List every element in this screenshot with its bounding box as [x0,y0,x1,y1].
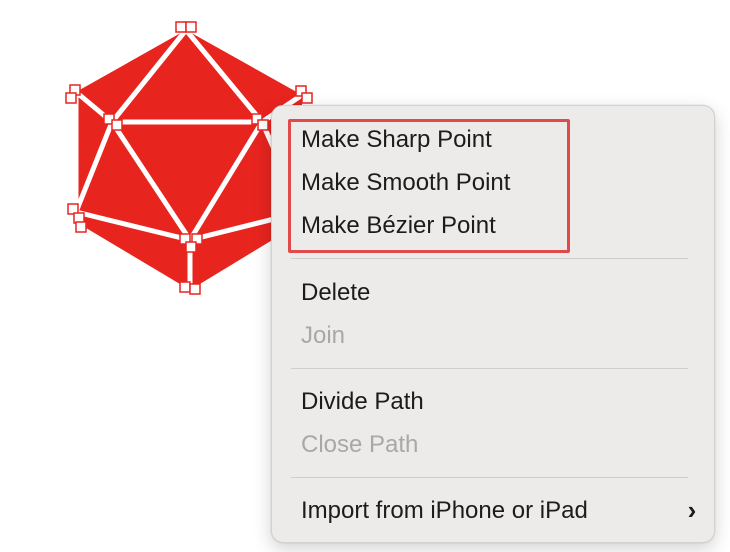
menu-separator [291,477,688,478]
anchor-point [301,92,313,104]
anchor-point [65,92,77,104]
anchor-point [179,281,191,293]
menu-item-divide-path[interactable]: Divide Path [301,382,701,422]
menu-item-delete[interactable]: Delete [301,273,701,313]
menu-item-import-from-iphone-or-ipad[interactable]: Import from iPhone or iPad › [301,491,701,531]
anchor-point [175,21,187,33]
anchor-point [185,21,197,33]
menu-item-make-bezier-point[interactable]: Make Bézier Point [301,206,701,246]
menu-item-make-smooth-point[interactable]: Make Smooth Point [301,163,701,203]
anchor-point [75,221,87,233]
menu-item-close-path: Close Path [301,431,419,458]
anchor-point [257,119,269,131]
chevron-right-icon: › [687,495,697,525]
menu-separator [291,258,688,259]
anchor-point [189,283,201,295]
menu-separator [291,368,688,369]
menu-item-join: Join [301,322,346,349]
menu-item-label: Import from iPhone or iPad [301,497,588,524]
anchor-point [185,241,197,253]
anchor-point [111,119,123,131]
context-menu: Make Sharp Point Make Smooth Point Make … [271,105,715,543]
menu-item-make-sharp-point[interactable]: Make Sharp Point [301,120,701,160]
